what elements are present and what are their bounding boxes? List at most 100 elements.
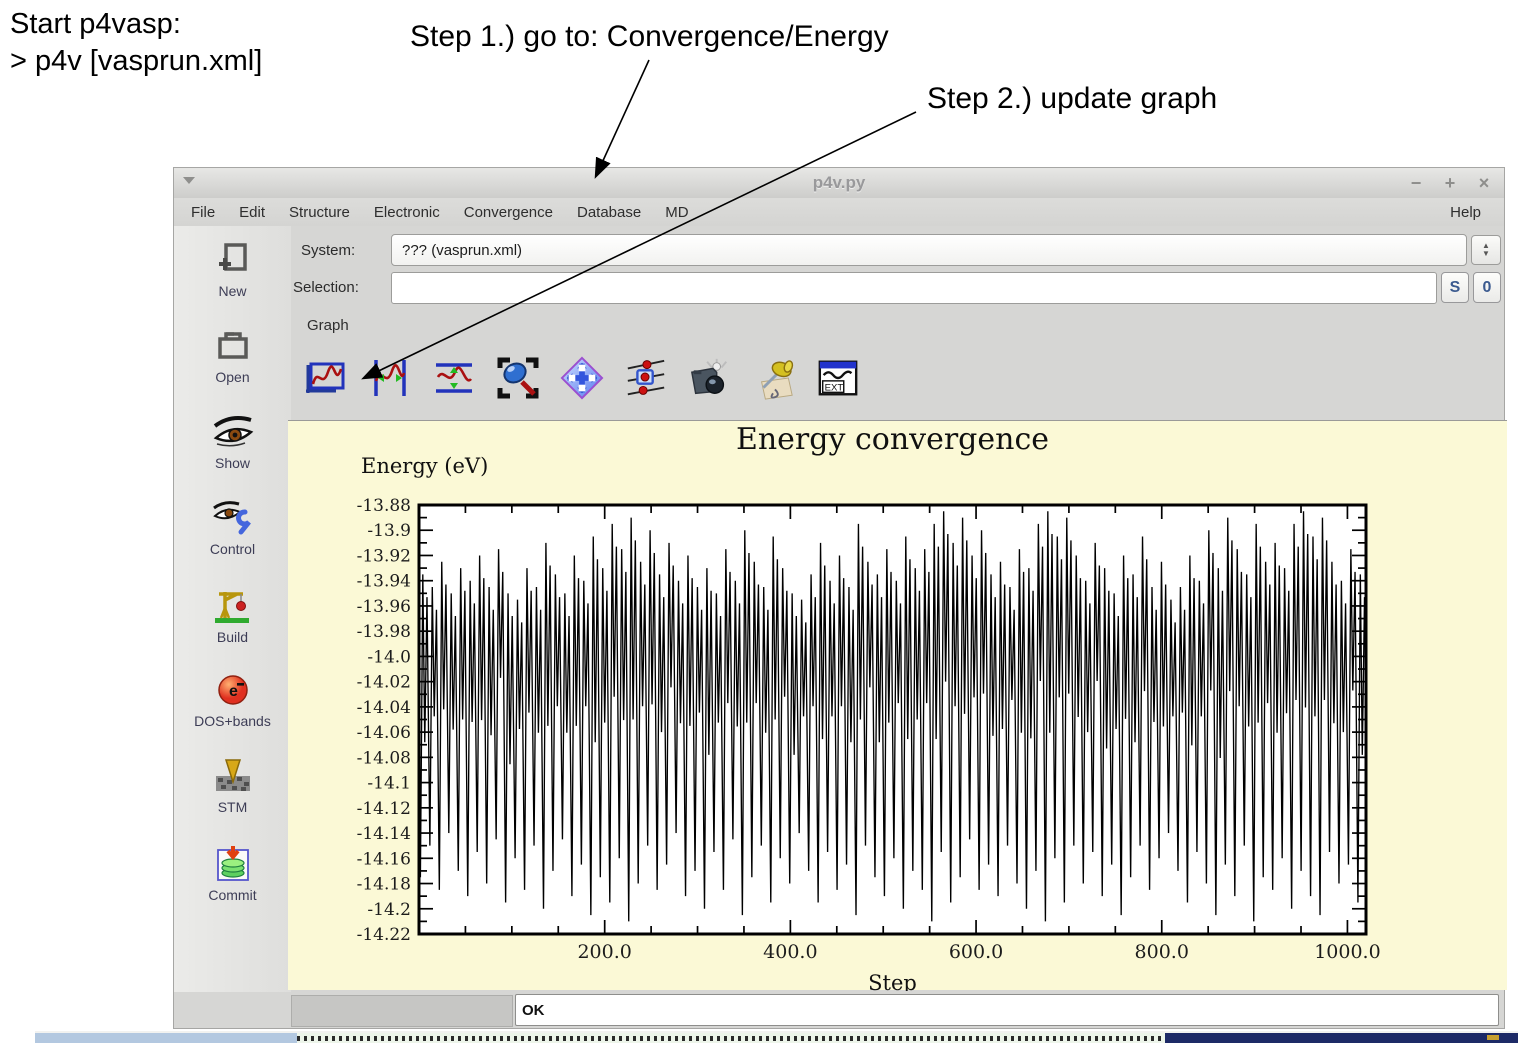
system-combobox[interactable]: ??? (vasprun.xml): [391, 234, 1467, 266]
sidebar-item-commit[interactable]: Commit: [174, 842, 291, 928]
svg-text:Step: Step: [868, 971, 917, 991]
fit-vertical-button[interactable]: [432, 356, 476, 400]
tab-graph[interactable]: Graph: [307, 317, 349, 334]
open-icon: [213, 326, 253, 366]
graph-toolbar: EXT.: [304, 356, 860, 400]
system-value: ??? (vasprun.xml): [402, 242, 522, 259]
publish-icon: [752, 356, 796, 400]
background-window-strip: [35, 1031, 1518, 1045]
svg-text:200.0: 200.0: [577, 941, 631, 963]
titlebar[interactable]: p4v.py − + ×: [174, 168, 1504, 198]
svg-text:Energy (eV): Energy (eV): [361, 454, 488, 478]
selection-zero-button[interactable]: 0: [1473, 272, 1501, 303]
snapshot-button[interactable]: [688, 356, 732, 400]
menu-file[interactable]: File: [180, 201, 226, 224]
dos-bands-icon: e: [213, 670, 253, 710]
svg-text:-13.92: -13.92: [357, 546, 411, 566]
graph-options-icon: [624, 356, 668, 400]
external-viewer-button[interactable]: EXT.: [816, 356, 860, 400]
control-icon: [211, 498, 255, 538]
svg-text:-14.04: -14.04: [357, 698, 411, 718]
sidebar-item-new[interactable]: New: [174, 240, 291, 326]
fit-horizontal-button[interactable]: [368, 356, 412, 400]
svg-text:-14.14: -14.14: [357, 824, 411, 844]
sidebar-item-show[interactable]: Show: [174, 412, 291, 498]
status-progress-cell: [291, 995, 513, 1027]
menu-md[interactable]: MD: [654, 201, 699, 224]
annotation-step1: Step 1.) go to: Convergence/Energy: [410, 20, 889, 54]
menu-electronic[interactable]: Electronic: [363, 201, 451, 224]
annotation-step2: Step 2.) update graph: [927, 82, 1217, 116]
menu-structure[interactable]: Structure: [278, 201, 361, 224]
graph-panel[interactable]: -13.88-13.9-13.92-13.94-13.96-13.98-14.0…: [288, 420, 1507, 990]
sidebar-item-stm[interactable]: STM: [174, 756, 291, 842]
spinner-down-icon[interactable]: ▼: [1482, 250, 1490, 258]
sidebar-item-label: Control: [210, 541, 255, 557]
svg-text:-13.98: -13.98: [357, 622, 411, 642]
sidebar-item-label: New: [218, 283, 246, 299]
menu-help[interactable]: Help: [1439, 201, 1492, 224]
sidebar-item-label: STM: [218, 799, 248, 815]
sidebar-item-dos-bands[interactable]: e DOS+bands: [174, 670, 291, 756]
zoom-icon: [496, 356, 540, 400]
svg-text:EXT.: EXT.: [825, 382, 845, 393]
sidebar: New Open Show: [174, 226, 291, 992]
graph-options-button[interactable]: [624, 356, 668, 400]
menu-database[interactable]: Database: [566, 201, 652, 224]
svg-text:1000.0: 1000.0: [1314, 941, 1380, 963]
svg-text:-14.08: -14.08: [357, 748, 411, 768]
zoom-button[interactable]: [496, 356, 540, 400]
svg-text:Energy convergence: Energy convergence: [736, 422, 1049, 457]
pan-button[interactable]: [560, 356, 604, 400]
step1-arrow: [596, 60, 649, 176]
window-title: p4v.py: [174, 173, 1504, 193]
svg-text:-13.88: -13.88: [357, 496, 411, 516]
fit-horizontal-icon: [368, 357, 412, 399]
svg-text:-13.9: -13.9: [367, 521, 411, 541]
menubar: File Edit Structure Electronic Convergen…: [174, 198, 1504, 226]
snapshot-icon: [688, 356, 732, 400]
stm-icon: [211, 756, 255, 796]
svg-text:800.0: 800.0: [1135, 941, 1189, 963]
sidebar-item-build[interactable]: Build: [174, 584, 291, 670]
new-icon: [213, 240, 253, 280]
fit-vertical-icon: [432, 357, 476, 399]
annotation-start-p4vasp: Start p4vasp: > p4v [vasprun.xml]: [10, 6, 262, 80]
sidebar-item-label: Show: [215, 455, 250, 471]
window-menu-icon[interactable]: [183, 177, 195, 184]
selection-label: Selection:: [293, 279, 359, 296]
minimize-button[interactable]: −: [1406, 173, 1426, 194]
sidebar-item-label: Build: [217, 629, 248, 645]
pan-icon: [560, 355, 604, 401]
svg-text:-14.12: -14.12: [357, 799, 411, 819]
menu-edit[interactable]: Edit: [228, 201, 276, 224]
svg-text:-14.06: -14.06: [357, 723, 411, 743]
menu-convergence[interactable]: Convergence: [453, 201, 564, 224]
status-message: OK: [515, 994, 1499, 1026]
svg-text:-14.18: -14.18: [357, 875, 411, 895]
update-graph-button[interactable]: [304, 356, 348, 400]
svg-text:600.0: 600.0: [949, 941, 1003, 963]
svg-text:-14.2: -14.2: [367, 900, 411, 920]
close-button[interactable]: ×: [1474, 173, 1494, 194]
sidebar-item-label: DOS+bands: [194, 713, 271, 729]
svg-text:-14.22: -14.22: [357, 925, 411, 945]
sidebar-item-label: Commit: [208, 887, 256, 903]
system-label: System:: [301, 242, 355, 259]
energy-convergence-chart[interactable]: -13.88-13.9-13.92-13.94-13.96-13.98-14.0…: [288, 421, 1507, 991]
svg-text:-14.1: -14.1: [367, 774, 411, 794]
svg-text:-14.0: -14.0: [367, 647, 411, 667]
system-spinner[interactable]: ▲ ▼: [1471, 235, 1501, 265]
sidebar-item-control[interactable]: Control: [174, 498, 291, 584]
sidebar-item-open[interactable]: Open: [174, 326, 291, 412]
publish-button[interactable]: [752, 356, 796, 400]
svg-text:-13.96: -13.96: [357, 597, 411, 617]
external-viewer-icon: EXT.: [816, 358, 860, 398]
selection-s-button[interactable]: S: [1441, 272, 1469, 303]
show-icon: [211, 412, 255, 452]
svg-text:-14.16: -14.16: [357, 849, 411, 869]
svg-text:400.0: 400.0: [763, 941, 817, 963]
commit-icon: [213, 842, 253, 884]
maximize-button[interactable]: +: [1440, 173, 1460, 194]
selection-input[interactable]: [391, 272, 1437, 304]
